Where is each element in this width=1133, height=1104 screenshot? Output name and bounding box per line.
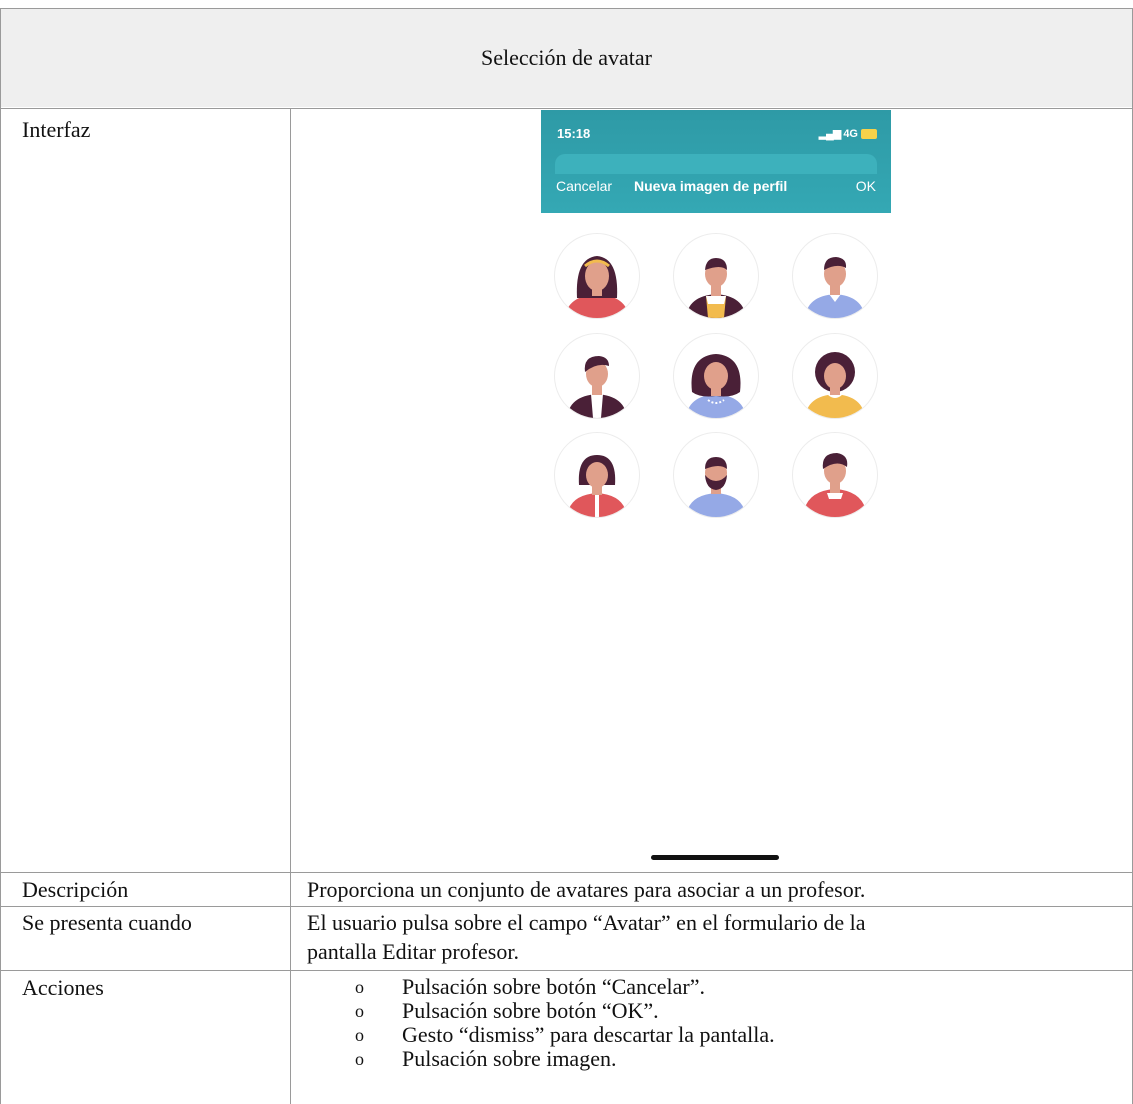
border-row1 <box>0 108 1133 109</box>
table-title: Selección de avatar <box>480 45 652 70</box>
avatar-woman-red-icon <box>565 256 629 318</box>
avatar-man-sweater[interactable] <box>673 233 759 319</box>
avatar-woman-bob[interactable] <box>554 432 640 518</box>
avatar-man-shirt-blue-icon <box>805 257 865 318</box>
border-row4 <box>0 970 1133 971</box>
value-se-presenta-2: pantalla Editar profesor. <box>307 939 519 964</box>
avatar-woman-yellow-icon <box>805 352 865 418</box>
signal-icon: ▂▄▆ <box>818 128 842 140</box>
action-item: Pulsación sobre botón “Cancelar”. <box>355 975 775 1000</box>
action-item: Gesto “dismiss” para descartar la pantal… <box>355 1023 775 1048</box>
border-row3 <box>0 906 1133 907</box>
cancel-button[interactable]: Cancelar <box>556 178 612 194</box>
phone-header: 15:18 ▂▄▆ 4G Cancelar Nueva imagen de pe… <box>541 110 891 213</box>
home-indicator <box>651 855 779 860</box>
avatar-man-shirt-blue[interactable] <box>792 233 878 319</box>
avatar-man-hoodie[interactable] <box>792 432 878 518</box>
label-acciones: Acciones <box>22 975 104 1000</box>
border-row2 <box>0 872 1133 873</box>
network-label: 4G <box>843 127 858 140</box>
label-se-presenta: Se presenta cuando <box>22 910 192 935</box>
avatar-man-beard-icon <box>686 457 746 517</box>
value-se-presenta-1: El usuario pulsa sobre el campo “Avatar”… <box>307 910 866 935</box>
actions-list: Pulsación sobre botón “Cancelar”. Pulsac… <box>355 975 775 1072</box>
avatar-woman-bob-icon <box>567 455 627 517</box>
battery-icon <box>861 128 877 139</box>
action-item: Pulsación sobre imagen. <box>355 1047 775 1072</box>
border-left <box>0 8 1 1104</box>
action-item: Pulsación sobre botón “OK”. <box>355 999 775 1024</box>
avatar-man-jacket-icon <box>567 356 627 418</box>
avatar-woman-red[interactable] <box>554 233 640 319</box>
sheet-edge <box>555 154 877 174</box>
avatar-woman-curly[interactable] <box>673 333 759 419</box>
value-descripcion: Proporciona un conjunto de avatares para… <box>307 877 866 902</box>
status-time: 15:18 <box>557 126 591 141</box>
avatar-man-beard[interactable] <box>673 432 759 518</box>
status-bar-right: ▂▄▆ 4G <box>819 127 877 140</box>
ok-button[interactable]: OK <box>856 178 876 194</box>
label-descripcion: Descripción <box>22 877 129 902</box>
nav-title: Nueva imagen de perfil <box>634 178 788 194</box>
border-col <box>290 108 291 1104</box>
avatar-woman-curly-icon <box>686 354 746 418</box>
avatar-man-jacket[interactable] <box>554 333 640 419</box>
border-top <box>0 8 1133 9</box>
label-interfaz: Interfaz <box>22 117 91 142</box>
avatar-man-sweater-icon <box>686 258 746 318</box>
avatar-woman-yellow[interactable] <box>792 333 878 419</box>
avatar-man-hoodie-icon <box>803 453 867 517</box>
